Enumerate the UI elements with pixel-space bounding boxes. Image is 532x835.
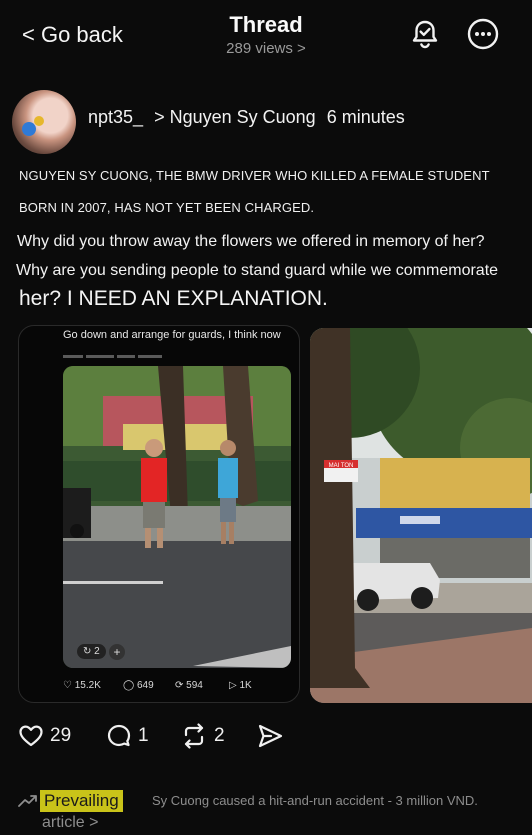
post-text-line: her? I NEED AN EXPLANATION.	[19, 287, 328, 310]
media-embed-screenshot[interactable]: Go down and arrange for guards, I think …	[18, 325, 300, 703]
repost-count: 2	[214, 725, 225, 746]
trending-icon	[18, 795, 37, 807]
more-icon[interactable]	[466, 17, 500, 51]
post-text-line: BORN IN 2007, HAS NOT YET BEEN CHARGED.	[19, 200, 315, 215]
embed-shares: ▷ 1K	[229, 680, 252, 691]
author-name[interactable]: npt35_	[88, 107, 143, 127]
like-count: 29	[50, 725, 72, 746]
article-link[interactable]: article >	[42, 814, 98, 832]
sign-text: MAI TON	[329, 463, 354, 469]
repost-button[interactable]: 2	[180, 722, 225, 750]
embed-subtext-blur	[63, 348, 183, 359]
embed-reposts: ⟳ 594	[175, 680, 203, 691]
post-meta: npt35_ > Nguyen Sy Cuong 6 minutes	[88, 107, 405, 128]
post-text-line: Why did you throw away the flowers we of…	[17, 233, 485, 250]
like-button[interactable]: 29	[18, 722, 71, 750]
reply-target[interactable]: > Nguyen Sy Cuong	[154, 107, 316, 127]
heart-icon	[19, 725, 43, 747]
thread-header: < Go back Thread 289 views >	[0, 0, 532, 70]
prevailing-tag[interactable]: Prevailing	[40, 790, 123, 812]
avatar-decoration	[34, 116, 44, 126]
repost-badge: ↻ 2	[77, 644, 106, 659]
repost-icon	[184, 723, 204, 749]
post-time: 6 minutes	[326, 107, 405, 127]
post-text-line: NGUYEN SY CUONG, THE BMW DRIVER WHO KILL…	[19, 168, 490, 183]
post-text-line: Why are you sending people to stand guar…	[16, 262, 499, 279]
embed-text: Go down and arrange for guards, I think …	[63, 329, 281, 341]
share-button[interactable]	[256, 722, 290, 750]
avatar[interactable]	[12, 90, 76, 154]
embed-likes: ♡ 15.2K	[63, 680, 101, 691]
page-title: Thread	[229, 12, 303, 37]
street-guards-photo	[63, 366, 291, 668]
bell-check-icon[interactable]	[408, 17, 442, 51]
avatar-decoration	[22, 122, 36, 136]
comment-count: 1	[138, 725, 149, 746]
embed-comments: ◯ 649	[123, 680, 154, 691]
share-icon	[258, 724, 283, 748]
view-count[interactable]: 289 views >	[0, 40, 532, 57]
add-icon: +	[109, 644, 125, 660]
comment-icon	[107, 724, 131, 747]
trend-text[interactable]: Sy Cuong caused a hit-and-run accident -…	[152, 793, 478, 808]
street-photo[interactable]: MAI TON	[310, 328, 532, 703]
comment-button[interactable]: 1	[106, 722, 149, 750]
